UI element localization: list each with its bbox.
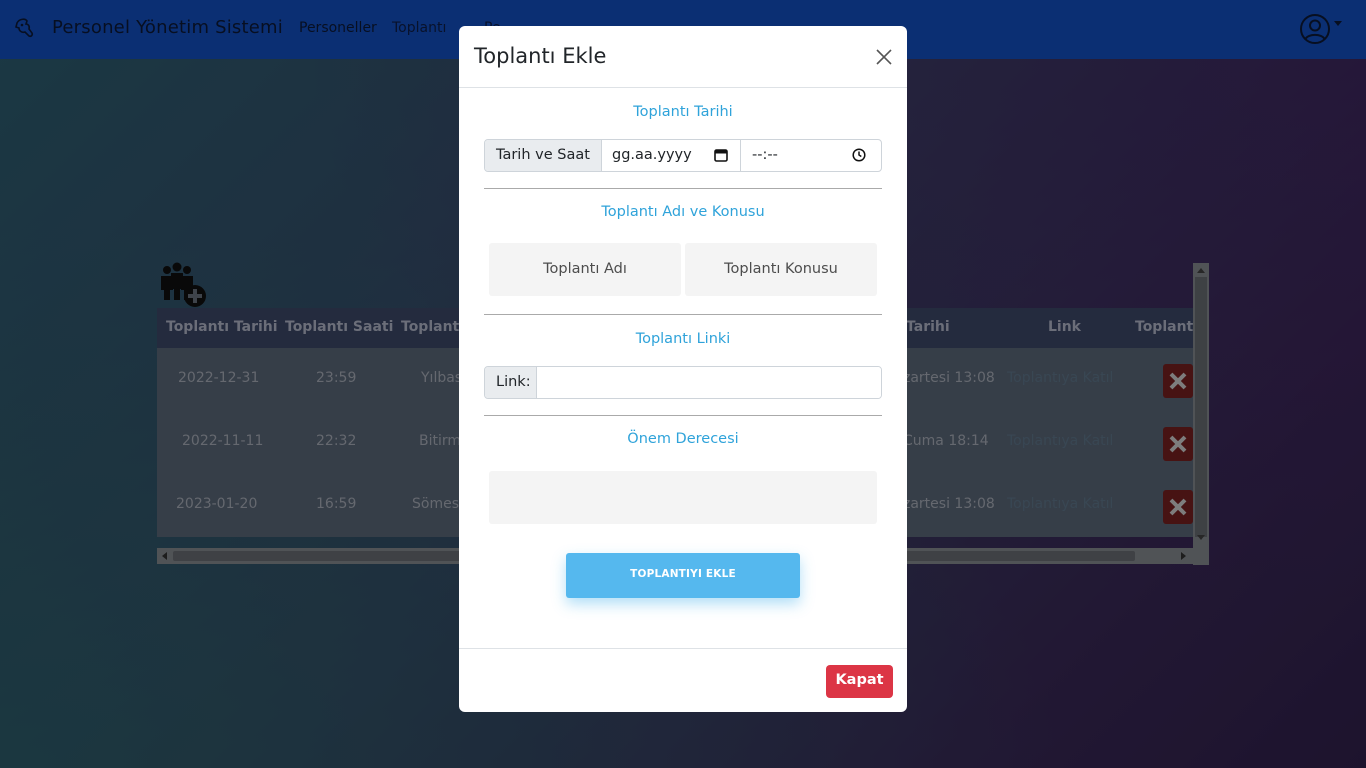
add-meeting-submit-button[interactable]: TOPLANTIYI EKLE (566, 553, 800, 598)
section-meeting-date: Toplantı Tarihi (633, 104, 733, 120)
close-button[interactable]: Kapat (826, 665, 893, 698)
meeting-subject-input[interactable]: Toplantı Konusu (685, 243, 877, 296)
section-meeting-link: Toplantı Linki (635, 331, 731, 347)
date-input[interactable]: gg.aa.yyyy (601, 140, 741, 171)
add-meeting-modal: Toplantı Ekle Toplantı Tarihi Tarih ve S… (459, 26, 907, 712)
time-input[interactable]: --:-- (741, 140, 881, 171)
time-placeholder: --:-- (752, 147, 778, 163)
datetime-input-group: Tarih ve Saat gg.aa.yyyy --:-- (484, 139, 882, 172)
close-icon[interactable] (874, 47, 894, 67)
section-priority: Önem Derecesi (627, 431, 739, 447)
clock-icon[interactable] (852, 148, 866, 162)
priority-select[interactable] (489, 471, 877, 524)
link-input-group: Link: (484, 366, 882, 399)
modal-footer-divider (459, 648, 907, 649)
calendar-icon[interactable] (714, 148, 728, 162)
meeting-name-input[interactable]: Toplantı Adı (489, 243, 681, 296)
divider (484, 314, 882, 315)
divider (484, 415, 882, 416)
modal-title: Toplantı Ekle (474, 44, 607, 68)
modal-header: Toplantı Ekle (459, 26, 907, 88)
link-label: Link: (485, 367, 537, 398)
datetime-label: Tarih ve Saat (485, 140, 602, 171)
section-meeting-name: Toplantı Adı ve Konusu (601, 204, 765, 220)
link-input[interactable] (537, 367, 881, 398)
divider (484, 188, 882, 189)
date-placeholder: gg.aa.yyyy (612, 147, 692, 163)
